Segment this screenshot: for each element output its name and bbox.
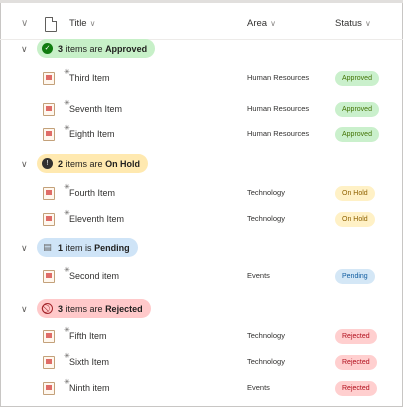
item-title[interactable]: Ninth item — [69, 383, 110, 393]
top-divider — [0, 0, 403, 3]
item-title[interactable]: Fourth Item — [69, 188, 115, 198]
document-icon — [43, 72, 55, 85]
item-title[interactable]: Eleventh Item — [69, 214, 124, 224]
item-title[interactable]: Third Item — [69, 73, 110, 83]
status-badge: Approved — [335, 102, 379, 117]
item-area: Human Resources — [247, 104, 310, 113]
item-area: Events — [247, 383, 270, 392]
chevron-down-icon[interactable]: ∨ — [21, 159, 28, 170]
status-badge: Approved — [335, 71, 379, 86]
status-badge: On Hold — [335, 186, 375, 201]
item-title[interactable]: Eighth Item — [69, 129, 115, 139]
document-icon — [43, 103, 55, 116]
status-badge: Rejected — [335, 329, 377, 344]
group-pill: ! 2 items are On Hold — [37, 154, 149, 173]
exclamation-circle-icon: ! — [42, 158, 53, 169]
item-title[interactable]: Fifth Item — [69, 331, 107, 341]
clipboard-icon: ▤ — [43, 242, 52, 252]
column-header-area[interactable]: Area ∨ — [247, 18, 276, 29]
status-badge: On Hold — [335, 212, 375, 227]
item-title[interactable]: Sixth Item — [69, 357, 109, 367]
collapse-all-chevron-icon[interactable]: ∨ — [21, 19, 28, 29]
blocked-icon: ⃠ — [42, 303, 53, 314]
chevron-down-icon[interactable]: ∨ — [21, 304, 28, 315]
group-header-rejected[interactable]: ∨ ⃠ 3 items are Rejected — [0, 293, 403, 323]
group-pill: ⃠ 3 items are Rejected — [37, 299, 151, 318]
document-icon — [43, 356, 55, 369]
list-item[interactable]: ✳ Ninth item Events Rejected — [0, 373, 403, 404]
group-header-on-hold[interactable]: ∨ ! 2 items are On Hold — [0, 148, 403, 178]
document-icon — [43, 128, 55, 141]
item-area: Human Resources — [247, 73, 310, 82]
status-badge: Approved — [335, 127, 379, 142]
list-item[interactable]: ✳ Eighth Item Human Resources Approved — [0, 119, 403, 150]
chevron-down-icon[interactable]: ∨ — [21, 243, 28, 254]
item-title[interactable]: Seventh Item — [69, 104, 122, 114]
document-icon — [43, 270, 55, 283]
item-area: Technology — [247, 331, 285, 340]
column-header-status[interactable]: Status ∨ — [335, 18, 371, 29]
document-icon — [43, 330, 55, 343]
status-badge: Rejected — [335, 381, 377, 396]
document-icon — [43, 382, 55, 395]
status-badge: Pending — [335, 269, 375, 284]
group-pill: ▤ 1 item is Pending — [37, 238, 138, 257]
chevron-down-icon[interactable]: ∨ — [21, 44, 28, 55]
document-icon — [43, 213, 55, 226]
group-header-pending[interactable]: ∨ ▤ 1 item is Pending — [0, 232, 403, 262]
item-area: Technology — [247, 357, 285, 366]
chevron-down-icon: ∨ — [364, 19, 371, 28]
list-item[interactable]: ✳ Third Item Human Resources Approved — [0, 63, 403, 94]
item-area: Technology — [247, 188, 285, 197]
item-area: Events — [247, 271, 270, 280]
check-circle-icon: ✓ — [42, 43, 53, 54]
chevron-down-icon: ∨ — [270, 19, 276, 28]
group-header-approved[interactable]: ∨ ✓ 3 items are Approved — [0, 33, 403, 63]
document-icon — [43, 187, 55, 200]
group-pill: ✓ 3 items are Approved — [37, 39, 156, 58]
column-header-title[interactable]: Title ∨ — [69, 18, 95, 29]
item-area: Technology — [247, 214, 285, 223]
list-item[interactable]: ✳ Second item Events Pending — [0, 261, 403, 292]
file-type-icon[interactable] — [45, 17, 57, 32]
item-title[interactable]: Second item — [69, 271, 119, 281]
chevron-down-icon: ∨ — [89, 19, 96, 28]
status-badge: Rejected — [335, 355, 377, 370]
item-area: Human Resources — [247, 129, 310, 138]
list-item[interactable]: ✳ Eleventh Item Technology On Hold — [0, 204, 403, 235]
